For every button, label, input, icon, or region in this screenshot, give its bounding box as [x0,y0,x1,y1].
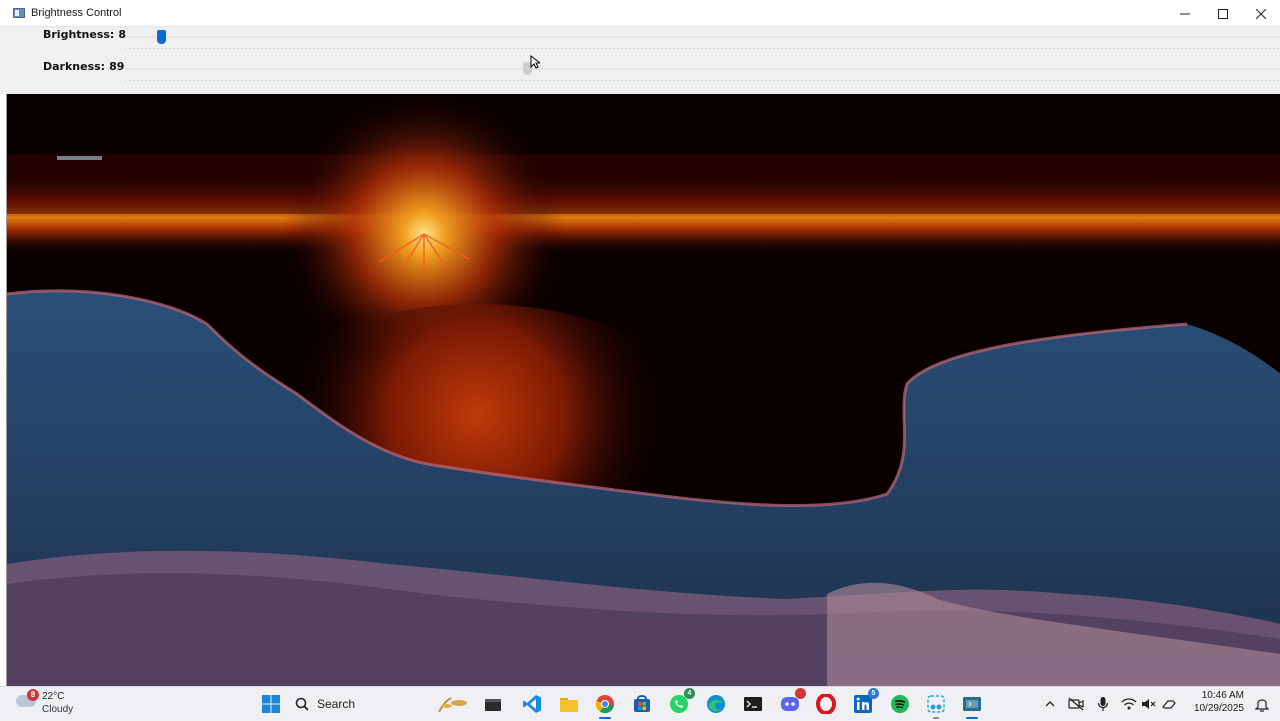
linkedin-icon[interactable]: 5 [851,688,879,716]
taskbar: 8 22°C Cloudy Search 4 5 10:46 AM 10/29/… [0,686,1280,720]
search-label: Search [317,697,356,711]
darkness-value: 89 [109,60,125,73]
vscode-icon[interactable] [520,692,544,716]
weather-badge: 8 [27,689,39,701]
linkedin-badge: 5 [868,688,879,699]
close-icon [1256,8,1266,19]
search-icon [295,697,309,711]
snipping-tool-icon[interactable] [924,692,948,719]
darkness-slider-ticks [125,80,1280,81]
clock-time: 10:46 AM [1201,690,1244,701]
brightness-slider-ticks [125,48,1280,49]
minimize-button[interactable] [1166,0,1204,27]
weather-desc: Cloudy [42,704,74,715]
brightness-slider-track[interactable] [125,36,1280,38]
store-icon[interactable] [630,692,654,716]
brightness-slider-thumb[interactable] [157,30,166,44]
python-app-icon[interactable] [960,692,984,719]
whatsapp-badge: 4 [684,688,695,699]
mouse-cursor-icon [530,55,540,69]
opera-icon[interactable] [814,692,838,716]
discord-icon[interactable] [778,688,806,716]
chevron-up-icon[interactable] [1040,692,1060,716]
windows-start-icon[interactable] [259,692,283,716]
weather-temp: 22°C [42,691,65,702]
terminal-app-icon[interactable] [481,692,505,716]
taskbar-clock[interactable]: 10:46 AM 10/29/2025 [1194,689,1244,715]
darkness-slider-track[interactable] [125,68,1280,70]
minimize-icon [1180,13,1190,14]
discord-badge [795,688,806,699]
spotify-icon[interactable] [888,692,912,716]
clock-date: 10/29/2025 [1193,703,1244,714]
wifi-icon[interactable] [1118,692,1140,716]
brightness-value: 8 [118,28,126,41]
battery-icon[interactable] [1158,692,1180,716]
chrome-icon[interactable] [593,692,617,719]
maximize-button[interactable] [1204,0,1242,27]
controls-panel: Brightness: 8 Darkness: 89 [0,27,1280,95]
close-button[interactable] [1242,0,1280,27]
whatsapp-icon[interactable]: 4 [667,688,695,716]
notifications-icon[interactable] [1250,692,1274,716]
title-bar: Brightness Control [0,0,1280,27]
command-prompt-icon[interactable] [741,692,765,716]
maximize-icon [1218,8,1228,19]
meet-now-icon[interactable] [1064,692,1088,716]
edge-icon[interactable] [704,692,728,716]
app-window-icon [13,7,25,19]
taskbar-search[interactable]: Search [295,691,423,717]
brightness-label: Brightness: 8 [43,28,126,41]
darkness-label: Darkness: 89 [43,60,125,73]
volume-muted-icon[interactable] [1138,692,1160,716]
microphone-icon[interactable] [1092,692,1114,716]
weather-widget[interactable]: 8 22°C Cloudy [16,689,96,719]
preview-image [6,94,1280,686]
sunset-sea-image [7,94,1280,686]
file-explorer-icon[interactable] [557,692,581,716]
window-title: Brightness Control [31,7,122,19]
widgets-icon[interactable] [432,692,472,716]
